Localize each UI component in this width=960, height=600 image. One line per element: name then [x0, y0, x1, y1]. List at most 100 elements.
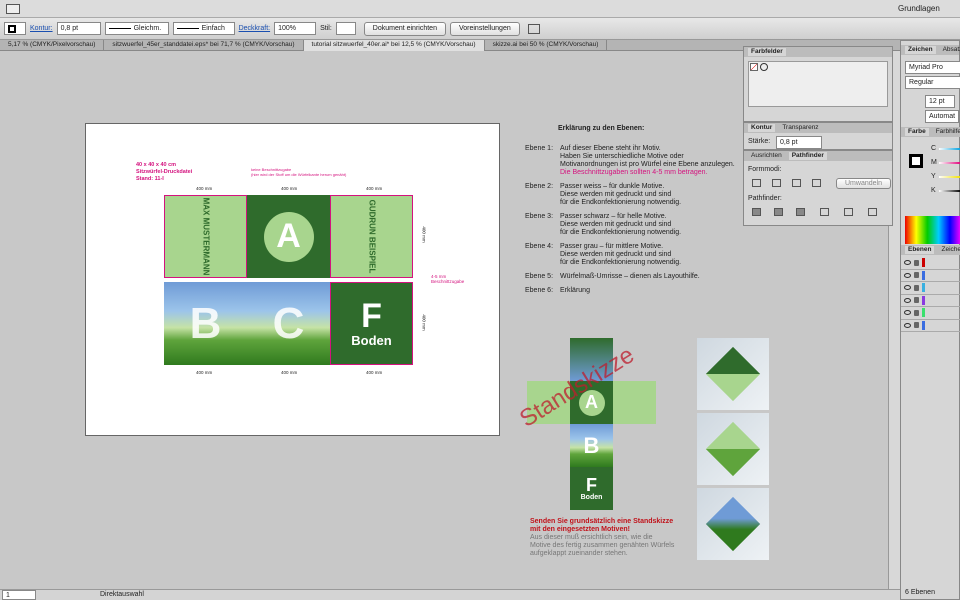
info-size: 40 x 40 x 40 cm: [136, 162, 177, 168]
cube-preview-3: [697, 488, 769, 560]
ebene-2-line-1: Passer weiss – für dunkle Motive.: [560, 183, 665, 190]
tab-absatz[interactable]: Absatz: [940, 46, 960, 54]
pathfinder-merge-icon[interactable]: [796, 208, 805, 216]
formmodi-minus-icon[interactable]: [772, 179, 781, 187]
sketch-b: B: [570, 424, 613, 467]
artboard[interactable]: 40 x 40 x 40 cm Sitzwürfel-Druckdatei St…: [85, 123, 500, 436]
dim-bottom-1: 400 mm: [196, 370, 213, 375]
dim-top-1: 400 mm: [196, 186, 213, 191]
layer-row[interactable]: [901, 282, 960, 295]
layer-row[interactable]: [901, 307, 960, 320]
swatch-registration-icon[interactable]: [760, 63, 768, 71]
ebene-1-line-3: Motivanordnungen ist pro Würfel eine Ebe…: [560, 161, 735, 168]
k-slider[interactable]: [939, 190, 960, 192]
profile-select[interactable]: Einfach: [172, 22, 235, 35]
face-a: A: [247, 195, 330, 278]
c-slider[interactable]: [939, 148, 960, 150]
umwandeln-button[interactable]: Umwandeln: [836, 178, 891, 189]
sketch-note-red-1: Senden Sie grundsätzlich eine Standskizz…: [530, 518, 674, 525]
name-1-text: MAX MUSTERMANN: [201, 197, 210, 276]
ebene-1-line-2: Haben Sie unterschiedliche Motive oder: [560, 153, 684, 160]
layer-row[interactable]: [901, 257, 960, 270]
voreinstellungen-button[interactable]: Voreinstellungen: [449, 21, 520, 36]
cube-preview-2: [697, 413, 769, 485]
kontur-stepper[interactable]: 0,8 pt: [56, 22, 101, 35]
swatch-none-icon[interactable]: [750, 63, 758, 71]
info-title: Sitzwürfel-Druckdatei: [136, 169, 193, 175]
sketch-name-2: [613, 381, 656, 424]
ebene-6-line-1: Erklärung: [560, 287, 590, 294]
c-label: C: [931, 145, 937, 152]
ebene-1-line-1: Auf dieser Ebene steht ihr Motiv.: [560, 145, 661, 152]
tab-kontur[interactable]: Kontur: [748, 124, 776, 132]
face-b: B: [164, 282, 247, 365]
formmodi-intersect-icon[interactable]: [792, 179, 801, 187]
dokument-einrichten-button[interactable]: Dokument einrichten: [363, 21, 446, 36]
note-right: 4-5 mm Beschnittzugabe: [431, 274, 465, 284]
leading-field[interactable]: Automat: [925, 110, 959, 123]
right-dock: Zeichen Absatz Myriad Pro Regular 12 pt A…: [900, 40, 960, 600]
k-label: K: [931, 187, 936, 194]
tab-ausrichten[interactable]: Ausrichten: [748, 152, 785, 160]
tab-document-2[interactable]: sitzwuerfel_45er_standdatei.eps* bei 71,…: [104, 40, 304, 51]
arrange-icon[interactable]: [527, 23, 540, 34]
color-spectrum[interactable]: [905, 216, 960, 244]
layer-row[interactable]: [901, 295, 960, 307]
tab-farbfelder[interactable]: Farbfelder: [748, 48, 786, 56]
tab-farbhilfe[interactable]: Farbhilfe: [933, 128, 960, 136]
font-family-field[interactable]: Myriad Pro: [905, 61, 960, 74]
arrange-documents-icon[interactable]: [6, 4, 20, 14]
tab-farbe[interactable]: Farbe: [905, 128, 929, 136]
kontur-panel: Kontur Transparenz Stärke: 0,8 pt: [743, 122, 893, 150]
ebene-3-label: Ebene 3:: [525, 213, 554, 220]
info-stand: Stand: 11-I: [136, 176, 164, 182]
staerke-label: Stärke:: [748, 138, 771, 145]
tab-ebenen[interactable]: Ebenen: [905, 246, 935, 254]
layer-row[interactable]: [901, 270, 960, 282]
stroke-style-select[interactable]: Gleichm.: [104, 22, 169, 35]
y-slider[interactable]: [939, 176, 960, 178]
tab-document-1[interactable]: 5,17 % (CMYK/Pixelvorschau): [0, 40, 105, 51]
workspace-switcher[interactable]: Grundlagen: [898, 4, 940, 13]
pathfinder-minus-back-icon[interactable]: [868, 208, 877, 216]
m-slider[interactable]: [939, 162, 960, 164]
ebene-5-label: Ebene 5:: [525, 273, 554, 280]
deckkraft-input[interactable]: 100%: [274, 22, 317, 35]
tab-zeichenflaechen[interactable]: Zeichenf: [938, 246, 960, 254]
tab-transparenz[interactable]: Transparenz: [779, 124, 821, 132]
m-label: M: [931, 159, 937, 166]
staerke-input[interactable]: 0,8 pt: [776, 136, 822, 149]
sketch-note-grey-1: Aus dieser muß ersichtlich sein, wie die: [530, 534, 653, 541]
sketch-note-red-2: mit den eingesetzten Motiven!: [530, 526, 630, 533]
pathfinder-label: Pathfinder:: [748, 195, 782, 202]
artboard-number-select[interactable]: 1: [2, 590, 36, 600]
menu-bar: Grundlagen: [0, 0, 960, 18]
current-tool-label: Direktauswahl: [100, 591, 144, 598]
pathfinder-outline-icon[interactable]: [844, 208, 853, 216]
sketch-note-grey-2: Motive des fertig zusammen genähten Würf…: [530, 542, 675, 549]
tab-pathfinder[interactable]: Pathfinder: [788, 152, 827, 160]
letter-c: C: [272, 298, 305, 348]
pathfinder-divide-icon[interactable]: [752, 208, 761, 216]
formmodi-unite-icon[interactable]: [752, 179, 761, 187]
ebene-1-label: Ebene 1:: [525, 145, 554, 152]
pathfinder-crop-icon[interactable]: [820, 208, 829, 216]
pathfinder-trim-icon[interactable]: [774, 208, 783, 216]
tab-document-3[interactable]: tutorial sitzwuerfel_40er.ai* bei 12,5 %…: [303, 40, 485, 51]
ebene-3-line-1: Passer schwarz – für helle Motive.: [560, 213, 667, 220]
formmodi-exclude-icon[interactable]: [812, 179, 821, 187]
stroke-color-icon[interactable]: [909, 154, 923, 168]
ebene-3-line-3: für die Endkonfektionierung notwendig.: [560, 229, 682, 236]
tab-document-4[interactable]: skizze.ai bei 50 % (CMYK/Vorschau): [485, 40, 608, 51]
tab-zeichen[interactable]: Zeichen: [905, 46, 936, 54]
font-style-field[interactable]: Regular: [905, 76, 960, 89]
stil-select[interactable]: [335, 22, 356, 35]
fill-swatch[interactable]: [4, 22, 26, 35]
ebene-2-line-3: für die Endkonfektionierung notwendig.: [560, 199, 682, 206]
deckkraft-link[interactable]: Deckkraft:: [239, 25, 271, 32]
ebene-1-line-4: Die Beschnittzugaben sollten 4-5 mm betr…: [560, 169, 708, 176]
font-size-field[interactable]: 12 pt: [925, 95, 955, 108]
swatch-list[interactable]: [748, 61, 888, 107]
layer-row[interactable]: [901, 320, 960, 332]
kontur-link[interactable]: Kontur:: [30, 25, 53, 32]
